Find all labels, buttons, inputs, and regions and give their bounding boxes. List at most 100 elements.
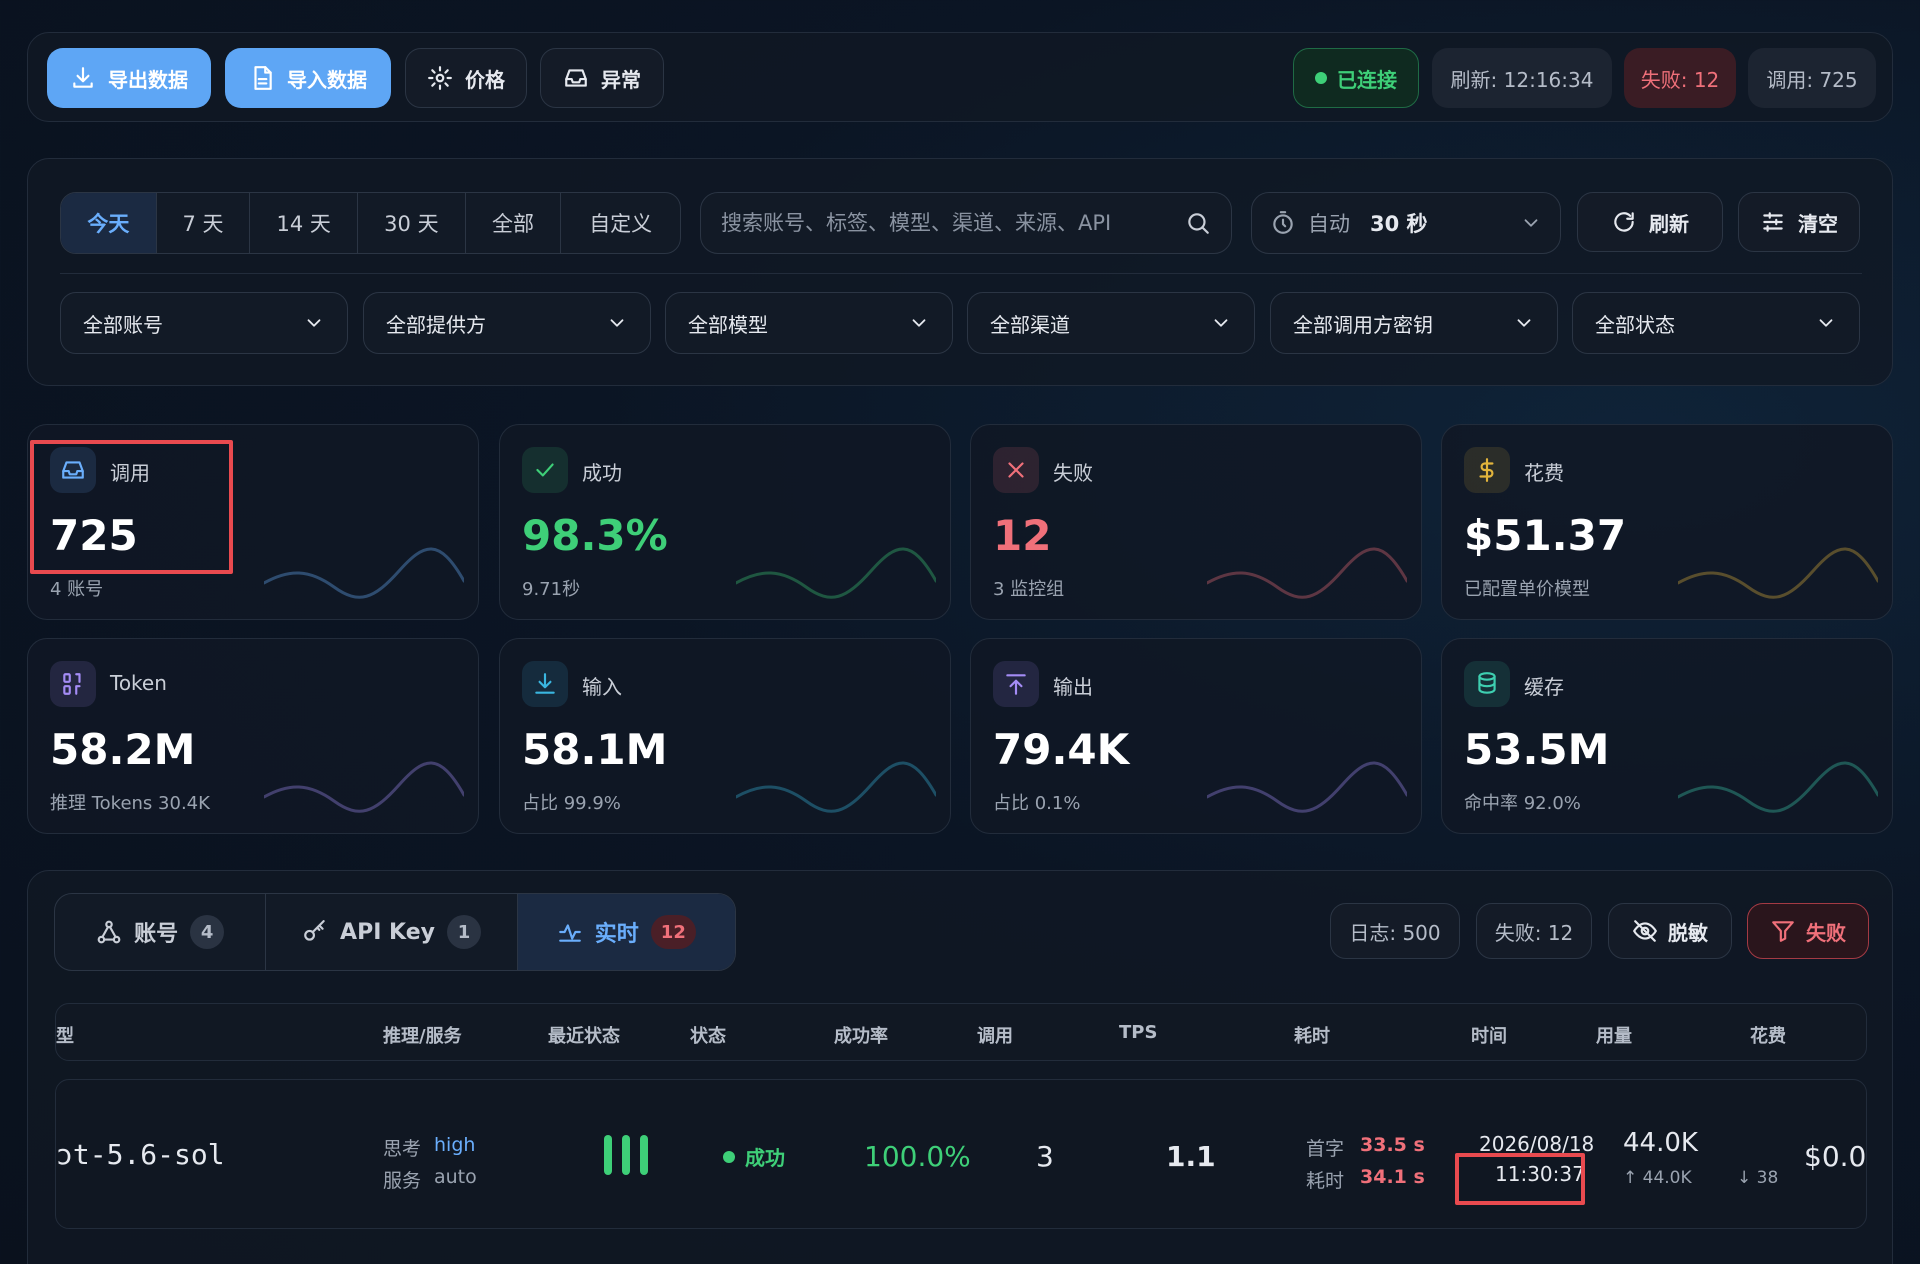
card-value: 53.5M bbox=[1464, 725, 1610, 774]
status-text: 成功 bbox=[745, 1146, 785, 1170]
date-value: 2026/08/18 bbox=[1479, 1132, 1595, 1156]
provider-dropdown[interactable]: 全部提供方 bbox=[363, 292, 651, 354]
refresh-icon bbox=[1614, 212, 1634, 232]
think-value: high bbox=[434, 1134, 476, 1156]
time-range-selector: 今天 7 天 14 天 30 天 全部 自定义 bbox=[60, 192, 681, 254]
stat-card: 失败 12 3 监控组 bbox=[970, 424, 1422, 620]
range-14-days[interactable]: 14 天 bbox=[250, 193, 359, 253]
col-tps: TPS bbox=[1119, 1022, 1158, 1043]
card-value: 98.3% bbox=[522, 511, 668, 560]
log-count-badge: 日志: 500 bbox=[1330, 903, 1460, 959]
sparkline bbox=[736, 547, 936, 599]
col-reasoning-service: 推理/服务 bbox=[383, 1026, 462, 1047]
card-label: 调用 bbox=[110, 461, 150, 485]
tab-count-badge: 4 bbox=[190, 915, 225, 949]
status-dot bbox=[723, 1150, 735, 1163]
col-calls: 调用 bbox=[977, 1026, 1013, 1047]
channel-dropdown[interactable]: 全部渠道 bbox=[967, 292, 1255, 354]
top-toolbar: 导出数据 导入数据 价格 异常 已连接 刷新: 12:16:34 失败: 12 … bbox=[27, 32, 1893, 122]
sparkline bbox=[736, 761, 936, 813]
card-icon-box bbox=[50, 447, 96, 493]
chevron-down-icon bbox=[610, 319, 624, 327]
filter-panel: 今天 7 天 14 天 30 天 全部 自定义 自动 30 秒 刷新 清空 全部… bbox=[27, 158, 1893, 386]
card-subtext: 3 监控组 bbox=[993, 579, 1065, 600]
card-icon-box bbox=[522, 447, 568, 493]
tab-realtime[interactable]: 实时 12 bbox=[517, 894, 735, 970]
card-subtext: 9.71秒 bbox=[522, 579, 581, 600]
card-label: 输出 bbox=[1053, 675, 1093, 699]
database-icon bbox=[1478, 672, 1496, 694]
auto-label: 自动 bbox=[1308, 212, 1350, 236]
col-success-rate: 成功率 bbox=[834, 1026, 888, 1047]
price-button[interactable]: 价格 bbox=[405, 48, 527, 108]
card-label: 成功 bbox=[582, 461, 622, 485]
fail-count-badge: 失败: 12 bbox=[1624, 48, 1736, 108]
timer-icon bbox=[1273, 211, 1293, 234]
total-latency-label: 耗时 bbox=[1306, 1170, 1345, 1192]
range-7-days[interactable]: 7 天 bbox=[157, 193, 251, 253]
card-icon-box bbox=[1464, 661, 1510, 707]
range-custom[interactable]: 自定义 bbox=[561, 193, 680, 253]
status-cell: 成功 bbox=[723, 1142, 785, 1171]
stat-card: 调用 725 4 账号 bbox=[27, 424, 479, 620]
card-label: Token bbox=[110, 671, 167, 695]
inbox-icon bbox=[565, 69, 587, 87]
chevron-down-icon bbox=[1819, 319, 1833, 327]
calls-count-badge: 调用: 725 bbox=[1748, 48, 1876, 108]
card-subtext: 命中率 92.0% bbox=[1464, 793, 1581, 814]
auto-refresh-select[interactable]: 自动 30 秒 bbox=[1251, 192, 1561, 254]
range-30-days[interactable]: 30 天 bbox=[358, 193, 466, 253]
col-time: 时间 bbox=[1471, 1026, 1507, 1047]
success-rate: 100.0% bbox=[864, 1140, 971, 1173]
stat-card: 输入 58.1M 占比 99.9% bbox=[499, 638, 951, 834]
card-value: 58.2M bbox=[50, 725, 196, 774]
tab-api-key[interactable]: API Key 1 bbox=[266, 894, 518, 970]
sparkline bbox=[1678, 547, 1878, 599]
search-input[interactable] bbox=[721, 211, 1161, 235]
service-value: auto bbox=[434, 1166, 477, 1188]
card-value: 725 bbox=[50, 511, 138, 560]
usage-output: ↓ 38 bbox=[1737, 1168, 1779, 1188]
status-dropdown[interactable]: 全部状态 bbox=[1572, 292, 1860, 354]
col-model: 型 bbox=[56, 1026, 74, 1047]
status-bar bbox=[604, 1135, 612, 1175]
sparkline bbox=[1207, 547, 1407, 599]
table-header: 型 推理/服务 最近状态 状态 成功率 调用 TPS 耗时 时间 用量 花费 bbox=[55, 1003, 1867, 1061]
card-subtext: 4 账号 bbox=[50, 579, 104, 600]
chevron-down-icon bbox=[912, 319, 926, 327]
account-dropdown[interactable]: 全部账号 bbox=[60, 292, 348, 354]
card-value: 58.1M bbox=[522, 725, 668, 774]
download-icon bbox=[73, 67, 93, 88]
recent-status-bars bbox=[604, 1135, 648, 1175]
tab-accounts[interactable]: 账号 4 bbox=[55, 894, 267, 970]
refresh-button[interactable]: 刷新 bbox=[1577, 192, 1723, 252]
col-recent-status: 最近状态 bbox=[548, 1026, 620, 1047]
range-today[interactable]: 今天 bbox=[61, 193, 157, 253]
table-row[interactable]: ɔt-5.6-sol 思考 high 服务 auto 成功 100.0% 3 1… bbox=[55, 1079, 1867, 1229]
table-panel: 账号 4 API Key 1 实时 12 日志: 500 失败: 12 脱敏 失… bbox=[27, 870, 1893, 1264]
binary-icon bbox=[63, 673, 81, 695]
fail-filter-button[interactable]: 失败 bbox=[1747, 903, 1869, 959]
chevron-down-icon bbox=[307, 319, 321, 327]
model-dropdown[interactable]: 全部模型 bbox=[665, 292, 953, 354]
tab-count-badge: 12 bbox=[650, 915, 696, 949]
auto-interval: 30 秒 bbox=[1370, 212, 1428, 236]
anomaly-button[interactable]: 异常 bbox=[540, 48, 664, 108]
export-data-button[interactable]: 导出数据 bbox=[47, 48, 211, 108]
range-all[interactable]: 全部 bbox=[466, 193, 562, 253]
caller-key-dropdown[interactable]: 全部调用方密钥 bbox=[1270, 292, 1558, 354]
sparkline bbox=[1207, 761, 1407, 813]
import-data-button[interactable]: 导入数据 bbox=[225, 48, 391, 108]
card-value: 12 bbox=[993, 511, 1052, 560]
card-icon-box bbox=[50, 661, 96, 707]
document-icon bbox=[254, 66, 272, 90]
model-name: ɔt-5.6-sol bbox=[56, 1138, 225, 1171]
search-icon[interactable] bbox=[1185, 210, 1211, 236]
clear-button[interactable]: 清空 bbox=[1738, 192, 1860, 252]
x-icon bbox=[1008, 462, 1024, 478]
download-icon bbox=[535, 673, 555, 694]
time-value: 11:30:37 bbox=[1495, 1162, 1585, 1186]
tps-value: 1.1 bbox=[1166, 1140, 1216, 1173]
mask-toggle-button[interactable]: 脱敏 bbox=[1608, 903, 1732, 959]
card-subtext: 占比 99.9% bbox=[522, 793, 621, 814]
